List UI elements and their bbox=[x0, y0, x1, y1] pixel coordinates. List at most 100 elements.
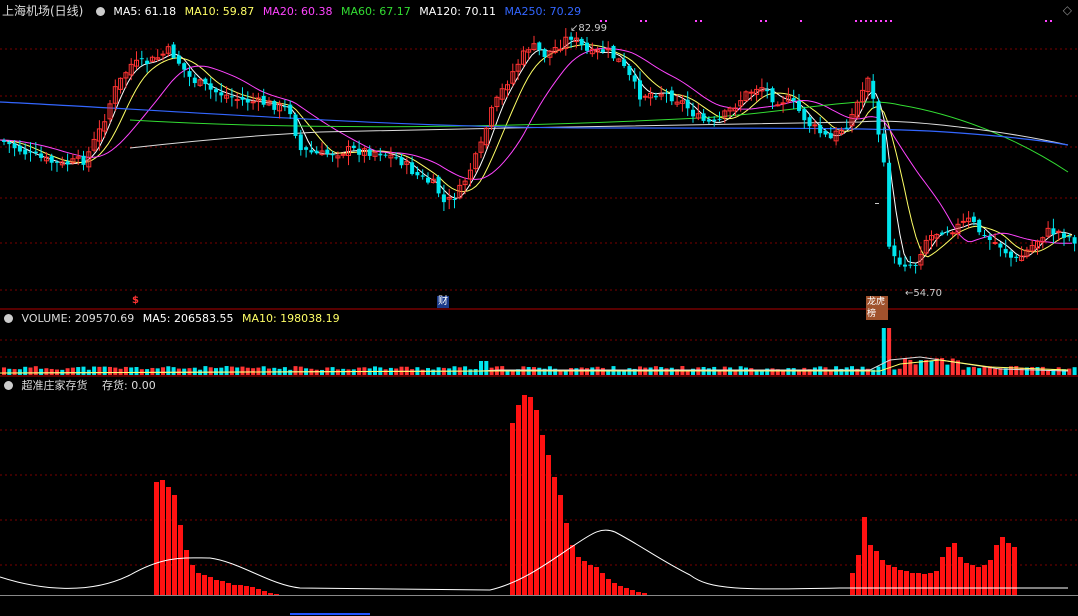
candle-body bbox=[992, 241, 998, 244]
settings-circle-icon[interactable] bbox=[95, 7, 105, 16]
inventory-bar bbox=[600, 573, 605, 595]
volume-bar bbox=[235, 367, 240, 375]
candle-body bbox=[823, 130, 828, 135]
candle-body bbox=[998, 243, 1003, 248]
inventory-bar bbox=[922, 574, 927, 595]
volume-bar bbox=[39, 368, 44, 375]
candle-body bbox=[945, 231, 950, 233]
candle-body bbox=[971, 216, 976, 223]
volume-bar bbox=[44, 368, 49, 375]
finance-marker[interactable]: 财 bbox=[437, 296, 449, 308]
volume-bar bbox=[261, 366, 266, 375]
candle-body bbox=[622, 59, 627, 67]
volume-bar bbox=[293, 366, 298, 375]
candle-body bbox=[176, 55, 181, 64]
inventory-bar bbox=[522, 395, 527, 595]
candle-body bbox=[712, 119, 717, 122]
indicator-circle-icon[interactable] bbox=[4, 381, 13, 390]
candle-body bbox=[1062, 233, 1066, 238]
ma5-label: MA5: 61.18 bbox=[113, 5, 177, 18]
inventory-bar bbox=[208, 577, 213, 595]
candle-body bbox=[664, 92, 669, 94]
volume-bar bbox=[150, 367, 155, 375]
candle-body bbox=[691, 109, 695, 117]
volume-bar bbox=[282, 367, 287, 375]
candle-body bbox=[611, 45, 616, 59]
candle-body bbox=[1009, 251, 1013, 258]
ma250-label: MA250: 70.29 bbox=[504, 5, 582, 18]
ranking-marker[interactable]: 龙虎榜 bbox=[866, 296, 888, 320]
ma60-line bbox=[129, 101, 1069, 173]
ma10-label: MA10: 59.87 bbox=[184, 5, 255, 18]
volume-bar bbox=[924, 359, 929, 375]
volume-bar bbox=[993, 368, 998, 375]
volume-bar bbox=[982, 366, 987, 375]
dollar-marker[interactable]: $ bbox=[132, 295, 139, 307]
inventory-bar bbox=[928, 573, 933, 595]
volume-circle-icon[interactable] bbox=[4, 314, 13, 323]
volume-bar bbox=[214, 368, 218, 375]
candle-body bbox=[802, 108, 807, 121]
candle-body bbox=[282, 106, 287, 108]
signal-dot bbox=[800, 20, 802, 22]
candle-body bbox=[399, 157, 404, 166]
volume-bar bbox=[479, 361, 483, 375]
volume-bar bbox=[81, 366, 86, 375]
candle-body bbox=[977, 219, 982, 233]
signal-dot bbox=[765, 20, 767, 22]
inventory-bar bbox=[856, 555, 861, 595]
volume-ma10-label: MA10: 198038.19 bbox=[241, 312, 340, 325]
candle-body bbox=[261, 95, 266, 105]
inventory-bar bbox=[618, 586, 623, 595]
volume-bar bbox=[373, 366, 377, 375]
volume-bar bbox=[224, 366, 229, 375]
candle-body bbox=[1051, 228, 1056, 235]
candle-body bbox=[245, 99, 250, 103]
candle-body bbox=[383, 154, 388, 156]
diamond-icon[interactable]: ◇ bbox=[1063, 3, 1072, 17]
inventory-bar bbox=[178, 525, 183, 595]
candle-body bbox=[960, 220, 966, 223]
candle-body bbox=[897, 257, 902, 265]
candle-body bbox=[1072, 237, 1077, 244]
inventory-bar bbox=[564, 523, 569, 595]
volume-bar bbox=[108, 366, 112, 375]
inventory-bar bbox=[516, 405, 521, 595]
inventory-bar bbox=[196, 573, 201, 595]
volume-bar bbox=[950, 358, 955, 375]
candle-body bbox=[982, 234, 987, 236]
candle-body bbox=[234, 99, 240, 102]
volume-bar bbox=[908, 359, 913, 375]
candle-body bbox=[1067, 236, 1072, 238]
signal-dot bbox=[860, 20, 862, 22]
inventory-bar bbox=[510, 423, 515, 595]
volume-bar bbox=[2, 367, 6, 375]
candle-body bbox=[65, 161, 70, 165]
candle-body bbox=[1003, 248, 1008, 254]
volume-bar bbox=[627, 368, 632, 375]
ma60-label: MA60: 67.17 bbox=[341, 5, 411, 18]
candle-body bbox=[871, 80, 876, 99]
volume-bar bbox=[897, 368, 902, 375]
candle-body bbox=[844, 127, 849, 129]
candle-body bbox=[39, 153, 44, 158]
inventory-bar bbox=[850, 573, 855, 595]
inventory-bar bbox=[256, 589, 261, 595]
candle-body bbox=[685, 99, 690, 109]
ma250-line bbox=[0, 101, 1069, 146]
candle-body bbox=[892, 245, 897, 257]
volume-bar bbox=[92, 366, 97, 375]
signal-dot bbox=[1045, 20, 1047, 22]
volume-bar bbox=[320, 369, 324, 375]
candle-body bbox=[203, 78, 208, 85]
candle-body bbox=[780, 102, 786, 105]
inventory-bar bbox=[582, 561, 587, 595]
candle-body bbox=[182, 63, 187, 70]
inventory-bar bbox=[976, 567, 981, 595]
candle-body bbox=[28, 151, 33, 153]
indicator-title: 超准庄家存货 bbox=[21, 379, 88, 392]
volume-bar bbox=[161, 367, 165, 375]
candle-body bbox=[908, 264, 913, 266]
volume-bar bbox=[351, 369, 356, 375]
volume-bar bbox=[314, 369, 319, 375]
